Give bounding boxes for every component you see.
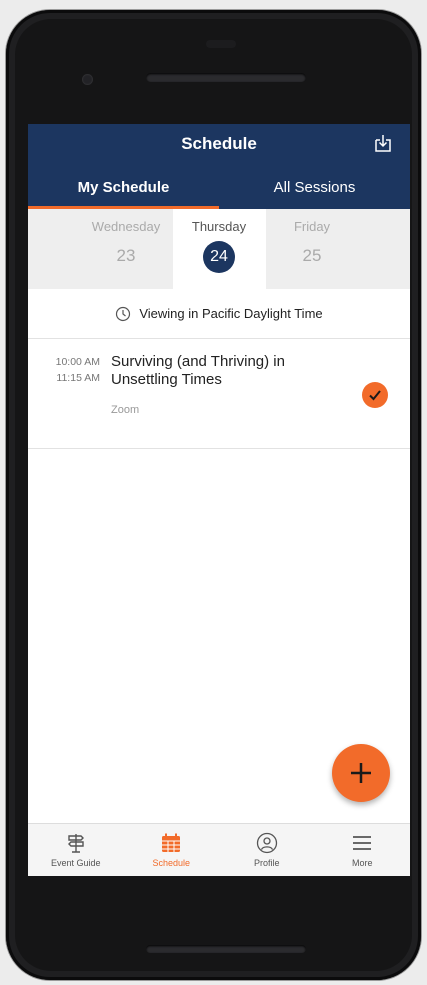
day-selector: Wednesday 23 Thursday 24 Friday 25 — [28, 209, 410, 289]
tab-all-sessions[interactable]: All Sessions — [219, 174, 410, 209]
added-check-button[interactable] — [362, 382, 388, 408]
day-friday[interactable]: Friday 25 — [266, 209, 359, 289]
session-item[interactable]: 10:00 AM 11:15 AM Surviving (and Thrivin… — [28, 339, 410, 449]
clock-icon — [116, 306, 131, 321]
earpiece-speaker — [146, 73, 306, 82]
session-times: 10:00 AM 11:15 AM — [38, 354, 100, 386]
nav-profile[interactable]: Profile — [219, 824, 315, 876]
timezone-text: Viewing in Pacific Daylight Time — [139, 306, 323, 321]
calendar-icon — [162, 833, 181, 852]
timezone-banner: Viewing in Pacific Daylight Time — [28, 289, 410, 339]
day-number: 25 — [302, 246, 322, 265]
session-title: Surviving (and Thriving) in Unsettling T… — [111, 353, 285, 388]
nav-label: Schedule — [152, 858, 191, 868]
tab-my-schedule[interactable]: My Schedule — [28, 174, 219, 209]
day-name: Thursday — [191, 219, 247, 234]
day-name: Wednesday — [91, 219, 161, 234]
day-wednesday[interactable]: Wednesday 23 — [80, 209, 173, 289]
session-start-time: 10:00 AM — [55, 356, 100, 368]
signpost-icon — [67, 834, 84, 853]
plus-icon — [351, 763, 371, 783]
front-camera — [82, 74, 93, 85]
phone-sensor — [206, 40, 236, 48]
nav-label: Event Guide — [50, 858, 101, 868]
nav-label: Profile — [253, 858, 280, 868]
nav-more[interactable]: More — [315, 824, 411, 876]
menu-icon — [353, 836, 372, 850]
day-number: 24 — [203, 241, 235, 273]
export-icon[interactable] — [372, 132, 394, 154]
page-title: Schedule — [181, 134, 257, 153]
session-location: Zoom — [111, 404, 140, 416]
bottom-navigation: Event Guide Schedule Profile More — [28, 823, 410, 876]
app-screen: Schedule My Schedule All Sessions Wednes… — [28, 124, 410, 876]
checkmark-icon — [369, 390, 381, 401]
session-end-time: 11:15 AM — [56, 372, 100, 384]
profile-icon — [256, 832, 277, 854]
schedule-tabs: My Schedule All Sessions — [28, 174, 410, 209]
app-header: Schedule My Schedule All Sessions — [28, 124, 410, 209]
day-number: 23 — [116, 246, 136, 265]
day-thursday[interactable]: Thursday 24 — [172, 209, 266, 289]
bottom-speaker — [146, 945, 306, 953]
nav-schedule[interactable]: Schedule — [124, 824, 220, 876]
add-session-button[interactable] — [332, 744, 390, 802]
nav-label: More — [351, 858, 373, 868]
day-name: Friday — [293, 219, 331, 234]
nav-event-guide[interactable]: Event Guide — [28, 824, 124, 876]
